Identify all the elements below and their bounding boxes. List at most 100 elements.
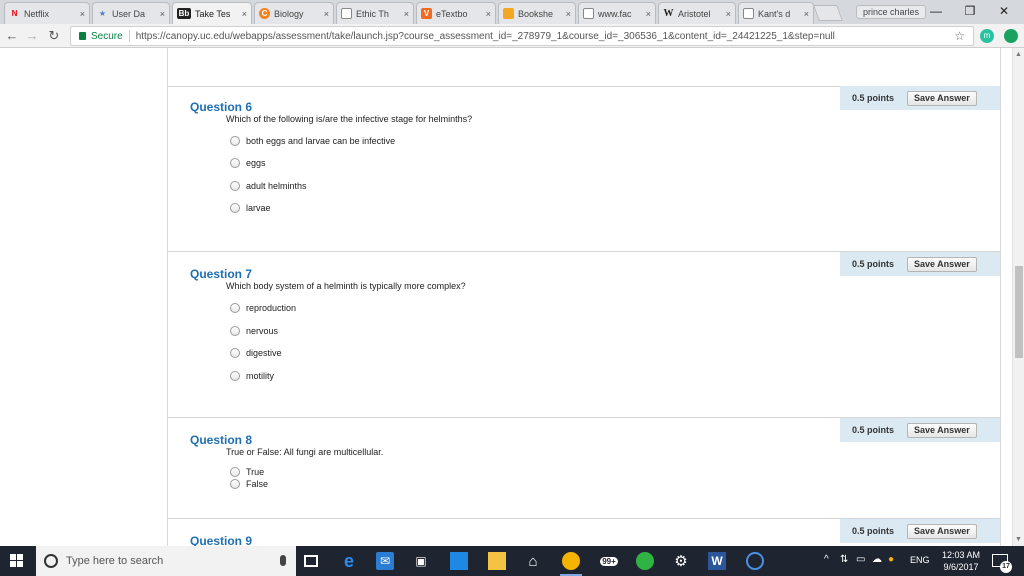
close-icon[interactable]: × <box>324 9 329 19</box>
close-icon[interactable]: × <box>646 9 651 19</box>
radio-button[interactable] <box>230 303 240 313</box>
settings-gear-icon[interactable]: ⚙ <box>672 552 690 570</box>
chrome-icon[interactable] <box>560 552 582 576</box>
microphone-icon[interactable] <box>280 555 286 566</box>
page-scrollbar[interactable]: ▲ ▼ <box>1012 48 1024 546</box>
radio-button[interactable] <box>230 326 240 336</box>
close-icon[interactable]: × <box>566 9 571 19</box>
edge-browser-icon[interactable]: e <box>340 551 358 571</box>
close-icon[interactable]: × <box>160 9 165 19</box>
tab-user-dashboard[interactable]: ★ User Da × <box>92 2 170 24</box>
question-text: Which body system of a helminth is typic… <box>226 281 466 291</box>
close-window-icon[interactable]: ✕ <box>990 3 1018 19</box>
tray-chevron-icon[interactable]: ^ <box>824 554 829 565</box>
system-clock[interactable]: 12:03 AM 9/6/2017 <box>936 549 986 573</box>
radio-button[interactable] <box>230 158 240 168</box>
star-icon: ★ <box>98 9 107 18</box>
tab-take-test[interactable]: Bb Take Tes × <box>172 2 252 24</box>
tab-netflix[interactable]: N Netflix × <box>4 2 90 24</box>
restore-icon[interactable]: ❐ <box>956 3 984 19</box>
tab-etextbook[interactable]: V eTextbo × <box>416 2 496 24</box>
radio-button[interactable] <box>230 371 240 381</box>
reload-icon[interactable]: ↻ <box>46 28 62 44</box>
forward-arrow-icon[interactable]: → <box>24 28 40 44</box>
secure-label: Secure <box>91 30 123 42</box>
answer-option[interactable]: True <box>230 467 264 477</box>
word-icon[interactable]: W <box>708 552 726 570</box>
question-text: True or False: All fungi are multicellul… <box>226 447 384 457</box>
save-answer-button[interactable]: Save Answer <box>907 256 977 272</box>
close-icon[interactable]: × <box>486 9 491 19</box>
tab-kants[interactable]: Kant's d × <box>738 2 814 24</box>
answer-option[interactable]: digestive <box>230 348 282 358</box>
tab-ethic-theory[interactable]: Ethic Th × <box>336 2 414 24</box>
tab-biology[interactable]: C Biology × <box>254 2 334 24</box>
answer-option[interactable]: False <box>230 479 268 489</box>
answer-option[interactable]: larvae <box>230 203 271 213</box>
minimize-icon[interactable]: — <box>922 3 950 19</box>
profile-button[interactable]: prince charles <box>856 5 927 19</box>
radio-button[interactable] <box>230 181 240 191</box>
sync-app-icon[interactable] <box>746 552 764 570</box>
messages-icon[interactable]: 99+ <box>600 552 618 570</box>
chrome-tray-icon[interactable]: ● <box>888 554 894 565</box>
answer-option[interactable]: both eggs and larvae can be infective <box>230 136 395 146</box>
home-icon[interactable]: ⌂ <box>524 552 542 570</box>
option-label: False <box>246 479 269 489</box>
answer-option[interactable]: eggs <box>230 158 266 168</box>
tab-label: Netflix <box>24 8 50 19</box>
language-indicator[interactable]: ENG <box>910 555 930 565</box>
monitor-app-icon[interactable] <box>450 552 468 570</box>
utorrent-icon[interactable] <box>636 552 654 570</box>
answer-option[interactable]: motility <box>230 371 274 381</box>
mail-badge: 99+ <box>600 556 618 566</box>
cloud-tray-icon[interactable]: ☁ <box>872 554 882 565</box>
tab-aristotle[interactable]: W Aristotel × <box>658 2 736 24</box>
task-view-icon[interactable] <box>304 555 318 567</box>
radio-button[interactable] <box>230 136 240 146</box>
file-explorer-icon[interactable] <box>488 552 506 570</box>
question-title: Question 7 <box>190 267 253 281</box>
network-tray-icon[interactable]: ⇅ <box>840 554 848 565</box>
answer-option[interactable]: adult helminths <box>230 181 307 191</box>
store-icon[interactable]: ▣ <box>412 552 430 570</box>
save-answer-button[interactable]: Save Answer <box>907 422 977 438</box>
mail-icon[interactable]: ✉ <box>376 552 394 570</box>
close-icon[interactable]: × <box>80 9 85 19</box>
question-9: 0.5 points Save Answer Question 9 <box>168 518 1000 546</box>
back-arrow-icon[interactable]: ← <box>4 28 20 44</box>
points-label: 0.5 points <box>852 526 895 536</box>
option-label: eggs <box>246 158 266 168</box>
question-title: Question 9 <box>190 534 253 546</box>
scroll-up-icon[interactable]: ▲ <box>1015 51 1022 58</box>
new-tab-button[interactable] <box>813 5 843 21</box>
extension-green-icon[interactable] <box>1004 29 1018 43</box>
url-bar[interactable]: Secure https://canopy.uc.edu/webapps/ass… <box>70 26 974 46</box>
tab-www-fac[interactable]: www.fac × <box>578 2 656 24</box>
clock-date: 9/6/2017 <box>943 562 979 572</box>
close-icon[interactable]: × <box>726 9 731 19</box>
close-icon[interactable]: × <box>242 9 247 19</box>
url-text[interactable]: https://canopy.uc.edu/webapps/assessment… <box>136 31 835 42</box>
radio-button[interactable] <box>230 467 240 477</box>
radio-button[interactable] <box>230 203 240 213</box>
answer-option[interactable]: nervous <box>230 326 278 336</box>
save-answer-button[interactable]: Save Answer <box>907 90 977 106</box>
radio-button[interactable] <box>230 479 240 489</box>
windows-start-icon[interactable] <box>10 554 24 568</box>
radio-button[interactable] <box>230 348 240 358</box>
tab-bookshelf[interactable]: Bookshe × <box>498 2 576 24</box>
display-tray-icon[interactable]: ▭ <box>856 554 865 565</box>
windows-taskbar: Type here to search e ✉ ▣ ⌂ 99+ ⚙ W ^ ⇅ … <box>0 546 1024 576</box>
extension-m-icon[interactable]: m <box>980 29 994 43</box>
scrollbar-thumb[interactable] <box>1015 266 1023 358</box>
tab-label: Biology <box>274 8 304 19</box>
save-answer-button[interactable]: Save Answer <box>907 523 977 539</box>
close-icon[interactable]: × <box>404 9 409 19</box>
taskbar-search-box[interactable]: Type here to search <box>36 546 296 576</box>
close-icon[interactable]: × <box>804 9 809 19</box>
tab-label: Ethic Th <box>356 8 389 19</box>
scroll-down-icon[interactable]: ▼ <box>1015 536 1022 543</box>
bookmark-star-icon[interactable]: ☆ <box>954 29 965 43</box>
answer-option[interactable]: reproduction <box>230 303 296 313</box>
